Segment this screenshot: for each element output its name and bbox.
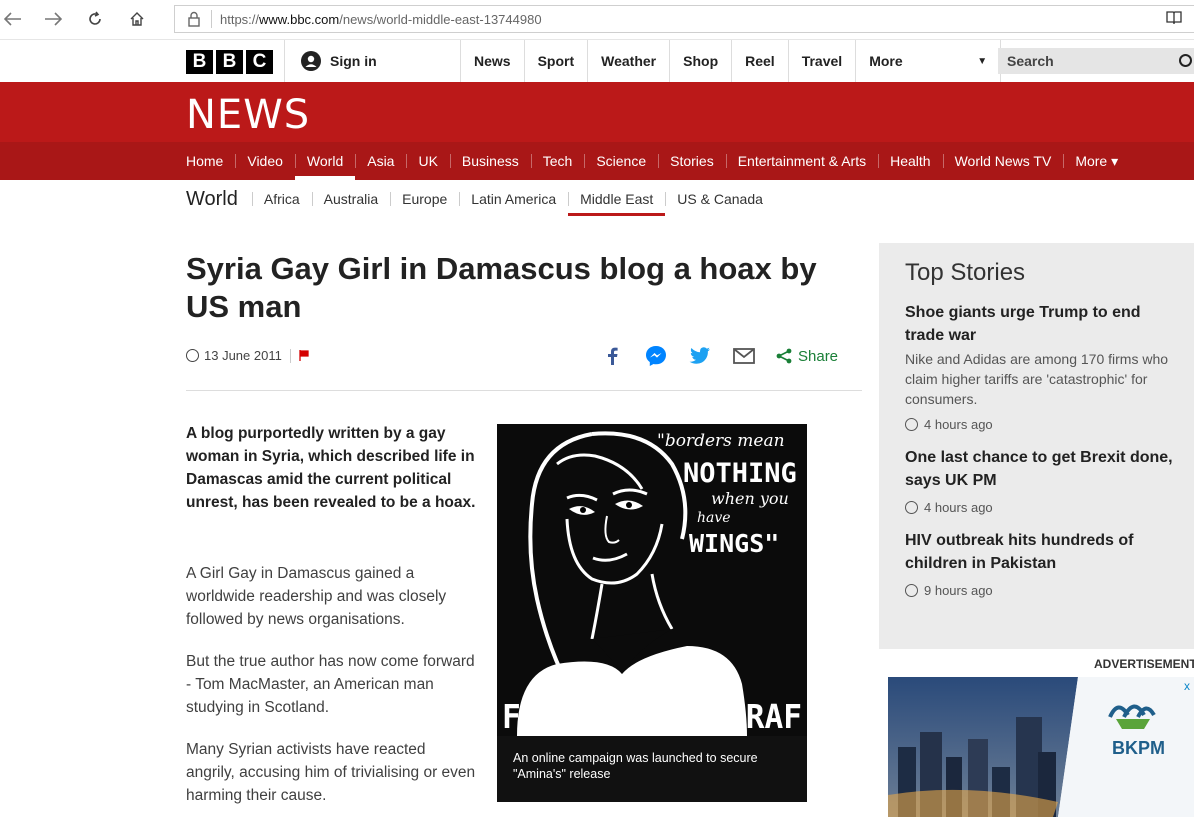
subnav-item-africa[interactable]: Africa: [251, 184, 312, 214]
topnav-sport[interactable]: Sport: [523, 40, 588, 82]
article-paragraph: But the true author has now come forward…: [186, 653, 475, 716]
topnav-more[interactable]: More ▼: [855, 40, 1002, 82]
campaign-poster-illustration: "borders mean NOTHING when you have WING…: [502, 431, 802, 736]
story-item[interactable]: Shoe giants urge Trump to end trade war …: [905, 301, 1194, 432]
email-icon[interactable]: [732, 344, 756, 368]
story-item[interactable]: One last chance to get Brexit done, says…: [905, 446, 1194, 515]
search-icon[interactable]: [1179, 54, 1192, 67]
facebook-icon[interactable]: [600, 344, 624, 368]
news-nav-item-science[interactable]: Science: [584, 142, 658, 180]
top-stories-panel: Top Stories Shoe giants urge Trump to en…: [879, 243, 1194, 649]
story-timestamp: 4 hours ago: [905, 500, 1194, 515]
news-nav-item-video[interactable]: Video: [235, 142, 295, 180]
topnav-weather[interactable]: Weather: [587, 40, 669, 82]
article-image: "borders mean NOTHING when you have WING…: [497, 424, 807, 802]
news-nav-item-home[interactable]: Home: [186, 142, 235, 180]
topnav-reel[interactable]: Reel: [731, 40, 788, 82]
story-headline[interactable]: One last chance to get Brexit done, says…: [905, 446, 1175, 492]
news-nav-item-uk[interactable]: UK: [406, 142, 449, 180]
flag-icon[interactable]: [299, 350, 309, 361]
poster-quote-line: WINGS": [689, 529, 779, 558]
share-icon: [776, 348, 792, 364]
meta-separator: [289, 348, 291, 363]
reading-view-icon[interactable]: [1166, 11, 1182, 25]
news-nav-item-more[interactable]: More ▾: [1063, 142, 1130, 180]
bbc-masthead: B B C Sign in News Sport Weather Shop Re…: [0, 40, 1194, 82]
article-date: 13 June 2011: [204, 348, 282, 363]
poster-quote-line: "borders mean: [657, 431, 785, 451]
clock-icon: [905, 418, 918, 431]
subnav-item-australia[interactable]: Australia: [311, 184, 390, 214]
search-input[interactable]: Search: [998, 48, 1194, 74]
ad-brand-name: BKPM: [1112, 738, 1165, 758]
subnav-item-europe[interactable]: Europe: [390, 184, 459, 214]
home-icon[interactable]: [126, 8, 148, 30]
story-item[interactable]: HIV outbreak hits hundreds of children i…: [905, 529, 1194, 598]
news-nav-item-entertainment-arts[interactable]: Entertainment & Arts: [725, 142, 878, 180]
story-timestamp: 4 hours ago: [905, 417, 1194, 432]
news-nav-item-world[interactable]: World: [294, 142, 356, 180]
article-meta: 13 June 2011: [186, 348, 309, 363]
news-wordmark[interactable]: NEWS: [186, 92, 310, 138]
topnav-travel[interactable]: Travel: [787, 40, 855, 82]
back-arrow-icon[interactable]: [2, 8, 24, 30]
clock-icon: [905, 501, 918, 514]
subnav-item-us-canada[interactable]: US & Canada: [665, 184, 775, 214]
topnav-news[interactable]: News: [460, 40, 524, 82]
advertisement-label: ADVERTISEMENT: [1094, 657, 1194, 671]
url-separator: [211, 10, 212, 28]
share-button[interactable]: Share: [776, 348, 838, 365]
news-navigation: Home Video World Asia UK Business Tech Science S…: [0, 142, 1194, 180]
article-intro: A blog purportedly written by a gay woma…: [186, 425, 476, 511]
address-bar[interactable]: https://www.bbc.com/news/world-middle-ea…: [174, 5, 1194, 33]
image-caption: An online campaign was launched to secur…: [497, 736, 807, 802]
section-title[interactable]: World: [186, 188, 238, 211]
story-headline[interactable]: HIV outbreak hits hundreds of children i…: [905, 529, 1175, 575]
poster-banner-text: FREE AMINA ARRAF: [502, 697, 802, 736]
messenger-icon[interactable]: [644, 344, 668, 368]
story-timestamp: 9 hours ago: [905, 583, 1194, 598]
bbc-logo[interactable]: B B C: [186, 50, 273, 74]
poster-quote-line: when you: [711, 489, 789, 508]
news-banner: NEWS Home Video World Asia UK Business Tech Sci…: [0, 82, 1194, 180]
top-stories-title: Top Stories: [905, 259, 1026, 286]
subnav-item-latin-america[interactable]: Latin America: [459, 184, 568, 214]
story-summary: Nike and Adidas are among 170 firms who …: [905, 351, 1169, 407]
refresh-icon[interactable]: [84, 8, 106, 30]
sign-in-link[interactable]: Sign in: [284, 40, 460, 82]
news-nav-item-asia[interactable]: Asia: [355, 142, 406, 180]
article-paragraph: Many Syrian activists have reacted angri…: [186, 741, 476, 804]
ad-close-icon[interactable]: x: [1184, 679, 1190, 693]
world-subnav: World Africa Australia Europe Latin America…: [186, 184, 775, 216]
news-nav-item-stories[interactable]: Stories: [658, 142, 726, 180]
subnav-item-middle-east[interactable]: Middle East: [568, 184, 666, 216]
poster-quote-line: NOTHING: [683, 458, 797, 489]
news-nav-item-business[interactable]: Business: [449, 142, 531, 180]
story-headline[interactable]: Shoe giants urge Trump to end trade war: [905, 301, 1175, 347]
share-bar: Share: [600, 344, 838, 368]
poster-quote-line: have: [697, 510, 731, 526]
article-paragraph: A Girl Gay in Damascus gained a worldwid…: [186, 565, 447, 628]
twitter-icon[interactable]: [688, 344, 712, 368]
browser-toolbar: https://www.bbc.com/news/world-middle-ea…: [0, 0, 1194, 40]
user-icon: [301, 51, 321, 71]
forward-arrow-icon[interactable]: [42, 8, 64, 30]
clock-icon: [905, 584, 918, 597]
news-nav-item-world-news-tv[interactable]: World News TV: [942, 142, 1064, 180]
news-nav-item-tech[interactable]: Tech: [530, 142, 585, 180]
lock-icon: [188, 11, 200, 27]
news-nav-item-health[interactable]: Health: [878, 142, 942, 180]
url-text: https://www.bbc.com/news/world-middle-ea…: [220, 11, 542, 27]
top-navigation: News Sport Weather Shop Reel Travel More…: [460, 40, 1002, 82]
dropdown-caret-icon: ▼: [977, 55, 988, 67]
clock-icon: [186, 349, 199, 362]
topnav-shop[interactable]: Shop: [669, 40, 731, 82]
article-headline: Syria Gay Girl in Damascus blog a hoax b…: [186, 251, 817, 324]
article-divider: [186, 390, 862, 391]
